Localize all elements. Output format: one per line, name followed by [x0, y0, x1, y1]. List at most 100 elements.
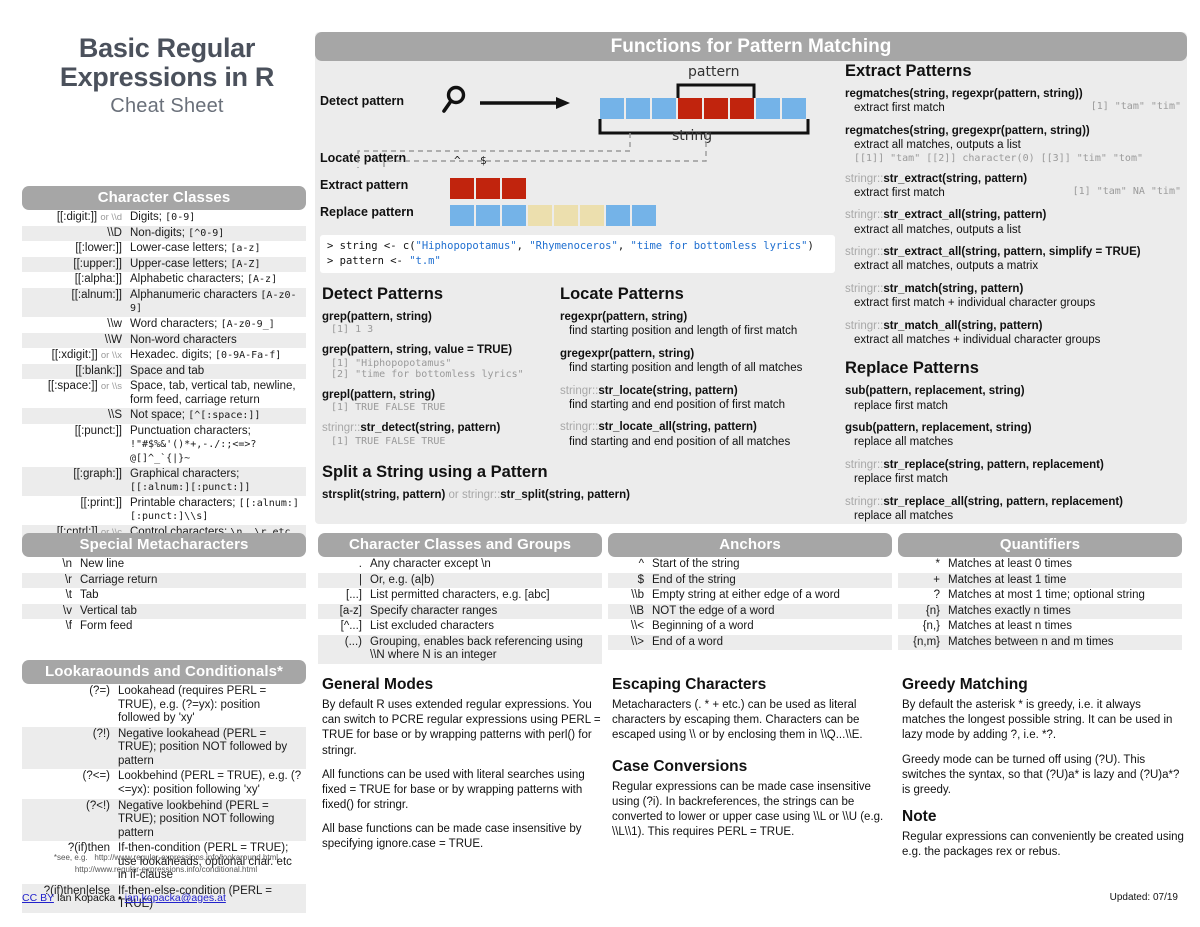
row-key-cell: [[:alpha:]]	[22, 272, 126, 288]
row-key: .	[358, 558, 362, 570]
row-value-cell: Lookbehind (PERL = TRUE), e.g. (?<=yx): …	[114, 769, 306, 798]
row-key: \\S	[107, 409, 122, 422]
row-desc: Grouping, enables back referencing using…	[370, 635, 583, 662]
row-key-cell: \\S	[22, 408, 126, 424]
row-value-cell: Start of the string	[648, 557, 892, 573]
table-row: \\S Not space; [^[:space:]]	[22, 408, 306, 424]
row-code: [0-9]	[165, 212, 196, 223]
row-code: [[:alnum:][:punct:]]	[130, 482, 251, 494]
function-description: extract all matches + individual charact…	[854, 333, 1101, 346]
replace-cell	[632, 205, 656, 226]
row-value-cell: New line	[76, 557, 306, 573]
extract-cell	[476, 178, 500, 199]
escaping-characters-header: Escaping Characters	[612, 676, 767, 693]
footnote-url-1[interactable]: http://www.regular-expressions.info/look…	[94, 853, 278, 862]
function-output: [1] 1 3	[331, 324, 374, 336]
row-code: [^0-9]	[188, 227, 225, 239]
row-value-cell: Form feed	[76, 619, 306, 635]
row-desc: Matches at most 1 time; optional string	[948, 589, 1145, 602]
row-key: {n,}	[922, 620, 940, 633]
table-row: ^ Start of the string	[608, 557, 892, 573]
function-output: [1] "Hiphopopotamus"	[331, 357, 452, 369]
row-key: {n}	[925, 604, 940, 617]
function-entry: stringr::str_match_all(string, pattern) e…	[845, 319, 1181, 348]
fn-package: stringr::	[845, 495, 884, 508]
function-signature: grepl(pattern, string)	[322, 388, 436, 401]
escaping-characters-p1: Metacharacters (. * + etc.) can be used …	[612, 699, 863, 742]
function-description: extract first match + individual charact…	[854, 297, 1096, 310]
table-row: \\D Non-digits; [^0-9]	[22, 225, 306, 242]
row-key: $	[637, 573, 644, 586]
row-key-cell: [[:print:]]	[22, 496, 126, 525]
row-key: [[:digit:]]	[56, 211, 98, 223]
row-key: (?<=)	[82, 770, 111, 783]
row-value-cell: Alphanumeric characters [A-z0-9]	[126, 288, 306, 317]
row-key: [[:lower:]]	[75, 242, 122, 255]
function-description: find starting position and length of fir…	[569, 325, 798, 338]
row-key-cell: [...]	[318, 588, 366, 604]
detect-patterns-section: Detect Patterns grep(pattern, string) [1]…	[322, 285, 630, 510]
row-value-cell: Space and tab	[126, 364, 306, 380]
row-key: [[:space:]]	[47, 380, 98, 393]
license-link[interactable]: CC BY	[22, 892, 54, 904]
function-entry: stringr::str_locate_all(string, pattern)…	[560, 420, 832, 449]
function-signature: regmatches(string, regexpr(pattern, stri…	[845, 88, 1083, 100]
general-modes-header: General Modes	[322, 676, 434, 693]
table-row: [^...] List excluded characters	[318, 619, 602, 635]
row-desc: List excluded characters	[370, 620, 495, 633]
function-output: [1] "tam" "tim"	[1090, 101, 1181, 113]
footnote-url-2[interactable]: http://www.regular-expressions.info/cond…	[75, 865, 257, 874]
row-key: [[:graph:]]	[73, 467, 122, 480]
table-row: \f Form feed	[22, 619, 306, 635]
row-desc: Any character except \n	[370, 558, 491, 570]
row-key-cell: [[:blank:]]	[22, 364, 126, 380]
function-signature: stringr::str_replace(string, pattern, re…	[845, 458, 1104, 471]
table-row: [...] List permitted characters, e.g. [ab…	[318, 588, 602, 604]
general-modes-p1: By default R uses extended regular expre…	[322, 699, 601, 757]
row-value-cell: Tab	[76, 588, 306, 604]
row-desc: Empty string at either edge of a word	[652, 589, 840, 602]
general-modes-p2: All functions can be used with literal s…	[322, 768, 585, 812]
row-key-cell: \f	[22, 619, 76, 635]
row-key: (?=)	[89, 685, 110, 697]
pattern-bracket	[676, 83, 756, 98]
function-entry: grepl(pattern, string) [1] TRUE FALSE TRU…	[322, 388, 554, 413]
function-description: extract first match	[854, 102, 945, 115]
row-key: \\W	[104, 333, 122, 346]
row-key-cell: +	[898, 573, 944, 589]
table-row: ? Matches at most 1 time; optional string	[898, 588, 1182, 604]
extract-cell	[450, 178, 474, 199]
table-row: * Matches at least 0 times	[898, 557, 1182, 573]
function-description: find starting and end position of all ma…	[569, 435, 791, 448]
row-key: \\D	[107, 226, 122, 239]
row-key: [^...]	[340, 620, 362, 633]
row-desc: End of the string	[652, 573, 736, 586]
row-key-cell: (?!)	[22, 727, 114, 770]
table-row: (?=) Lookahead (requires PERL = TRUE), e.…	[22, 684, 306, 727]
row-value-cell: End of the string	[648, 573, 892, 589]
row-key: [a-z]	[339, 604, 362, 617]
table-row: \\> End of a word	[608, 634, 892, 651]
fn-package: stringr::	[845, 282, 884, 295]
row-desc: Non-word characters	[130, 333, 237, 346]
row-desc: Tab	[80, 589, 99, 602]
locate-patterns-list: regexpr(pattern, string) find starting po…	[560, 310, 832, 449]
row-desc: Lookbehind (PERL = TRUE), e.g. (?<=yx): …	[118, 770, 302, 796]
function-signature: stringr::str_locate_all(string, pattern)	[560, 421, 757, 434]
function-description: replace all matches	[854, 509, 954, 522]
table-row: (?<!) Negative lookbehind (PERL = TRUE); …	[22, 798, 306, 842]
row-key-cell: ^	[608, 557, 648, 573]
lookarounds-footnote: *see, e.g. http://www.regular-expression…	[24, 852, 308, 876]
anchors-body: ^ Start of the string $ End of the string \\…	[608, 557, 892, 651]
function-signature: sub(pattern, replacement, string)	[845, 385, 1025, 398]
greedy-matching-header: Greedy Matching	[902, 676, 1028, 693]
row-key-cell: (...)	[318, 635, 366, 664]
email-link[interactable]: ian.kopacka@ages.at	[125, 892, 226, 904]
function-description: extract all matches, outputs a matrix	[854, 260, 1039, 273]
function-entry: stringr::str_replace_all(string, pattern…	[845, 495, 1181, 524]
row-value-cell: Upper-case letters; [A-Z]	[126, 257, 306, 273]
row-key: [...]	[346, 589, 362, 602]
fn-package: stringr::	[845, 246, 884, 258]
case-conversions-header: Case Conversions	[612, 757, 748, 775]
quantifiers-body: * Matches at least 0 times + Matches at lea…	[898, 557, 1182, 651]
